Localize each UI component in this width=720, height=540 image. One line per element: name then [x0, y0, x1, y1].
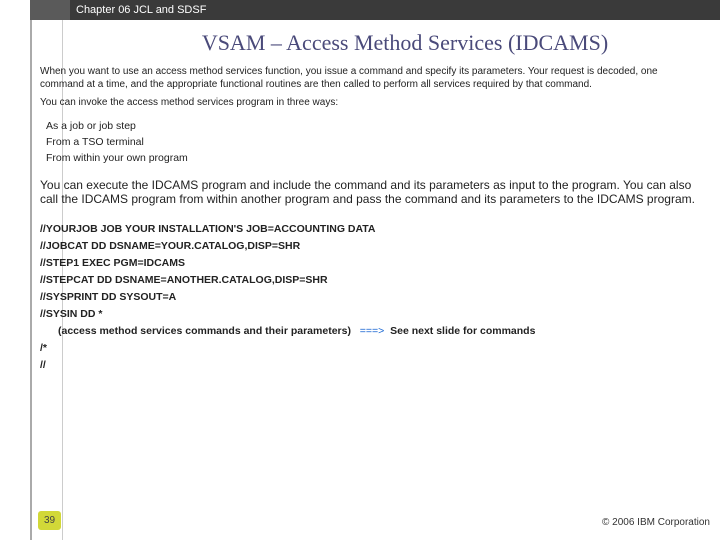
next-slide-note: See next slide for commands — [390, 325, 535, 337]
jcl-line: //SYSIN DD * — [40, 308, 710, 320]
slide-title: VSAM – Access Method Services (IDCAMS) — [100, 30, 710, 56]
invoke-methods-list: As a job or job step From a TSO terminal… — [46, 120, 710, 164]
list-item: From within your own program — [46, 152, 710, 164]
jcl-block: //YOURJOB JOB YOUR INSTALLATION'S JOB=AC… — [40, 223, 710, 371]
intro-paragraph-2: You can invoke the access method service… — [40, 97, 704, 108]
jcl-params-text: (access method services commands and the… — [58, 325, 351, 337]
arrow-icon: ===> — [360, 325, 385, 337]
jcl-line: //STEPCAT DD DSNAME=ANOTHER.CATALOG,DISP… — [40, 274, 710, 286]
slide-header: Chapter 06 JCL and SDSF — [30, 0, 720, 20]
jcl-line: //SYSPRINT DD SYSOUT=A — [40, 291, 710, 303]
header-notch — [30, 0, 70, 20]
jcl-line: //STEP1 EXEC PGM=IDCAMS — [40, 257, 710, 269]
jcl-line: /* — [40, 342, 710, 354]
jcl-line: //YOURJOB JOB YOUR INSTALLATION'S JOB=AC… — [40, 223, 710, 235]
jcl-line: //JOBCAT DD DSNAME=YOUR.CATALOG,DISP=SHR — [40, 240, 710, 252]
list-item: From a TSO terminal — [46, 136, 710, 148]
intro-paragraph-1: When you want to use an access method se… — [40, 66, 704, 91]
execution-paragraph: You can execute the IDCAMS program and i… — [40, 178, 704, 207]
jcl-parameters-line: (access method services commands and the… — [58, 325, 710, 337]
slide-body: VSAM – Access Method Services (IDCAMS) W… — [32, 20, 720, 540]
list-item: As a job or job step — [46, 120, 710, 132]
jcl-line: // — [40, 359, 710, 371]
chapter-label: Chapter 06 JCL and SDSF — [76, 4, 206, 16]
page-number: 39 — [38, 511, 61, 530]
copyright-text: © 2006 IBM Corporation — [602, 517, 710, 528]
